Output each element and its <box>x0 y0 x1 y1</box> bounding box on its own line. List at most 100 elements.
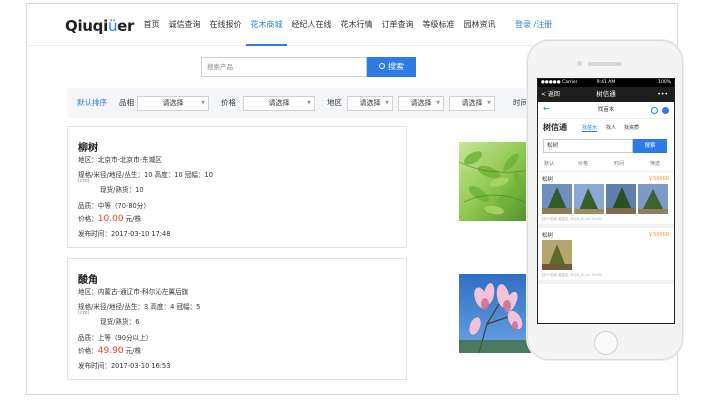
brand-logo: 树信通 <box>543 123 567 132</box>
price-value: 10.00 <box>97 214 124 224</box>
chevron-down-icon: ▼ <box>487 100 491 106</box>
nav-item-market[interactable]: 花木行情 <box>336 4 377 46</box>
mobile-filter-price[interactable]: 价格 <box>578 160 588 167</box>
willow-photo[interactable] <box>459 142 531 221</box>
mobile-filter-default[interactable]: 默认 <box>544 160 554 167</box>
listing-stock: 现货/熟货：10 <box>100 186 144 194</box>
listing-unit-note: (cm) <box>78 310 90 316</box>
tab-find-people[interactable]: 找人 <box>606 124 616 131</box>
user-icon[interactable] <box>662 107 669 114</box>
district-select-value: 请选择 <box>461 99 483 107</box>
city-select-value: 请选择 <box>410 99 432 107</box>
pine-photo <box>542 184 572 214</box>
mobile-search-input[interactable]: 松树 <box>543 139 633 153</box>
search-button[interactable]: 搜索 <box>367 57 416 77</box>
phone-mockup: ●●●●● Carrier 9:41 AM 100% < 返回 树信通 ••• … <box>527 40 683 360</box>
pine-photo <box>606 184 636 214</box>
city-select[interactable]: 请选择 ▼ <box>398 96 444 111</box>
mobile-item-name: 松树 <box>542 177 554 183</box>
price-label: 价格： <box>78 215 98 223</box>
app-title-bar: < 返回 树信通 ••• <box>538 87 674 102</box>
filter-label-region: 地区 <box>327 98 342 107</box>
nav-menu: 首页 诚信查询 在线报价 花木商城 经纪人在线 花木行情 订单查询 等级标准 园… <box>139 4 500 46</box>
speaker-grille <box>588 62 622 66</box>
listing-unit-note: (cm) <box>78 178 90 184</box>
listing-card[interactable]: 柳树 地区：北京市-北京市-东城区 规格/米径/地径/丛生：10 高度：10 冠… <box>67 126 531 248</box>
tab-find-seedlings[interactable]: 找苗木 <box>582 124 598 132</box>
chevron-down-icon: ▼ <box>201 100 205 106</box>
district-select[interactable]: 请选择 ▼ <box>449 96 495 111</box>
logo-accent: ü <box>107 17 118 35</box>
filter-label-time: 时间 <box>513 98 528 107</box>
app-title: 树信通 <box>596 90 616 98</box>
listing-quality: 品质：中等（70-80分） <box>78 202 150 210</box>
location-icon[interactable] <box>651 107 658 114</box>
mobile-item-meta: 四川 松树 高新区 2016-10-22 15:00 <box>542 217 602 221</box>
price-unit: 元/株 <box>125 215 142 223</box>
stage: Qiuqiüer 首页 诚信查询 在线报价 花木商城 经纪人在线 花木行情 订单… <box>0 0 704 400</box>
listing-date: 发布时间：2017-03-10 17:48 <box>78 230 171 238</box>
status-time: 9:41 AM <box>596 80 616 85</box>
default-sort-link[interactable]: 默认排序 <box>77 88 107 118</box>
status-bar: ●●●●● Carrier 9:41 AM 100% <box>538 79 674 87</box>
nav-item-grades[interactable]: 等级标准 <box>418 4 459 46</box>
nav-item-orders[interactable]: 订单查询 <box>377 4 418 46</box>
nav-item-credit[interactable]: 诚信查询 <box>164 4 205 46</box>
mobile-item-meta: 四川 松树 高新区 2016-10-22 15:00 <box>542 273 602 277</box>
listing-region: 地区：内蒙古-通辽市-科尔沁左翼后旗 <box>78 288 189 296</box>
search-input[interactable]: 搜索产品 <box>201 57 367 77</box>
listing-card[interactable]: 酸角 地区：内蒙古-通辽市-科尔沁左翼后旗 规格/米径/地径/丛生：3 高度：4… <box>67 258 531 380</box>
listing-title[interactable]: 柳树 <box>78 139 98 154</box>
filter-label-quality: 品相 <box>119 98 134 107</box>
search-icon <box>379 63 385 69</box>
province-select-value: 请选择 <box>359 99 381 107</box>
listing-price: 价格：10.00 元/株 <box>78 213 141 224</box>
more-icon[interactable]: ••• <box>657 87 668 102</box>
price-label: 价格： <box>78 347 98 355</box>
mobile-item-price: ￥50000 <box>648 232 669 238</box>
mobile-item-price: ￥50000 <box>648 176 669 182</box>
camera-icon <box>577 61 582 66</box>
site-logo[interactable]: Qiuqiüer <box>65 17 134 35</box>
listing-region: 地区：北京市-北京市-东城区 <box>78 156 162 164</box>
tab-find-qualification[interactable]: 找资质 <box>624 124 639 131</box>
home-button[interactable] <box>594 331 618 355</box>
logo-text-end: er <box>117 17 135 35</box>
mobile-filter-time[interactable]: 时间 <box>614 160 624 167</box>
nav-item-broker[interactable]: 经纪人在线 <box>287 4 336 46</box>
chevron-down-icon: ▼ <box>385 100 389 106</box>
listing-spec: 规格/米径/地径/丛生：10 高度：10 冠幅：10 <box>78 171 213 179</box>
phone-screen: ●●●●● Carrier 9:41 AM 100% < 返回 树信通 ••• … <box>537 78 675 324</box>
listing-spec: 规格/米径/地径/丛生：3 高度：4 冠幅：5 <box>78 303 201 311</box>
price-select-value: 请选择 <box>268 99 290 107</box>
chevron-down-icon: ▼ <box>436 100 440 106</box>
price-value: 49.90 <box>97 346 124 356</box>
mobile-list-item[interactable]: 松树 ￥50000 四川 松树 高新区 2016-10-22 15:00 <box>538 228 674 284</box>
price-select[interactable]: 请选择 ▼ <box>243 96 315 111</box>
brand-row: 树信通 找苗木 找人 找资质 <box>538 119 674 136</box>
chevron-down-icon: ▼ <box>307 100 311 106</box>
listing-price: 价格：49.90 元/株 <box>78 345 141 356</box>
listing-date: 发布时间：2017-03-10 16:53 <box>78 362 171 370</box>
mobile-list-item[interactable]: 松树 ￥50000 四川 松树 高新区 2016-10-22 15:00 <box>538 172 674 228</box>
battery-text: 100% <box>658 80 671 85</box>
listing-title[interactable]: 酸角 <box>78 271 98 286</box>
mobile-search-row: 松树 搜索 <box>538 136 674 156</box>
province-select[interactable]: 请选择 ▼ <box>347 96 393 111</box>
price-unit: 元/株 <box>125 347 142 355</box>
listing-stock: 现货/熟货：6 <box>100 318 140 326</box>
nav-item-mall[interactable]: 花木商城 <box>246 4 287 46</box>
nav-item-quote[interactable]: 在线报价 <box>205 4 246 46</box>
mobile-search-button[interactable]: 搜索 <box>633 139 667 153</box>
filter-bar: 默认排序 品相 请选择 ▼ 价格 请选择 ▼ 地区 请选择 ▼ 请选择 ▼ 请选择 ▼ 时… <box>67 88 587 118</box>
mobile-item-name: 松树 <box>542 233 554 239</box>
mobile-filter-more[interactable]: 筛选 <box>650 160 660 167</box>
mobile-filter-bar: 默认 价格 时间 筛选 <box>538 156 674 172</box>
magnolia-photo[interactable] <box>459 274 531 353</box>
listing-quality: 品质：上等（90分以上） <box>78 334 153 342</box>
pine-photo <box>638 184 668 214</box>
nav-item-home[interactable]: 首页 <box>139 4 164 46</box>
quality-select[interactable]: 请选择 ▼ <box>137 96 209 111</box>
pine-photo <box>574 184 604 214</box>
nav-item-news[interactable]: 园林资讯 <box>459 4 500 46</box>
